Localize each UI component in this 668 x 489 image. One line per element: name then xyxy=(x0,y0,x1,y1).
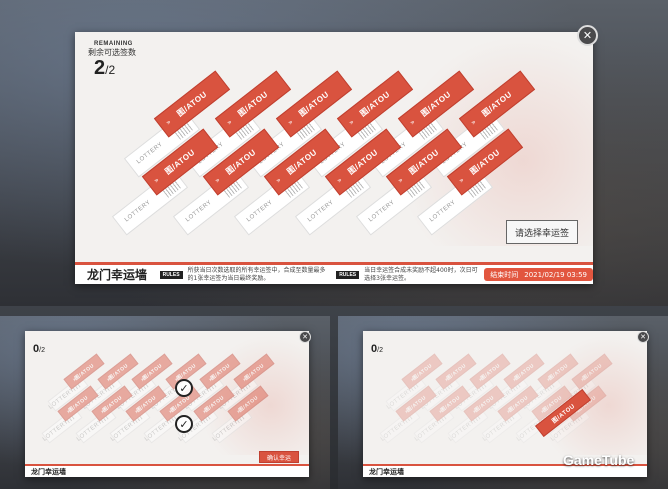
ticket-label: LOTTERY xyxy=(143,418,172,443)
ticket-label: 图/ATOU xyxy=(175,89,209,119)
ticket-label: LOTTERY xyxy=(481,418,510,443)
remaining-value: 2 xyxy=(94,57,106,79)
ticket-arrow: » xyxy=(152,175,161,185)
rules-text-2: 当日幸运签合成未奖励不超400时，次日可选择3张幸运签。 xyxy=(364,267,478,282)
lucky-wall-dialog: REMAINING 剩余可选签数 2/2 LOTTERY» 图/ATOU LOTTE… xyxy=(75,32,593,284)
wall-title: 龙门幸运墙 xyxy=(87,268,148,282)
ticket-label: LOTTERY xyxy=(306,199,336,224)
info-bar: 龙门幸运墙 RULES 所获当日次数选取的所有幸运签中，合成至数量最多的1张幸运… xyxy=(75,262,593,284)
end-time-label: 结束时间 xyxy=(490,270,519,279)
close-button[interactable]: ✕ xyxy=(577,25,598,46)
ticket-label: 图/ATOU xyxy=(479,362,502,382)
ticket-label: LOTTERY xyxy=(447,418,476,443)
ticket-label: 图/ATOU xyxy=(297,89,331,119)
ticket-arrow: » xyxy=(457,175,466,185)
confirm-button[interactable]: 确认幸运 xyxy=(259,451,299,463)
ticket-arrow: » xyxy=(164,117,173,127)
ticket-arrow: » xyxy=(274,175,283,185)
ticket-arrow: » xyxy=(286,117,295,127)
remaining-count: 0/2 xyxy=(371,343,383,355)
ticket-label: LOTTERY xyxy=(123,199,153,224)
select-lucky-button[interactable]: 请选择幸运签 xyxy=(506,220,578,244)
remaining-count: 0/2 xyxy=(33,343,45,355)
ticket-label: 图/ATOU xyxy=(141,362,164,382)
ticket-label: LOTTERY xyxy=(413,418,442,443)
ticket-arrow: » xyxy=(469,117,478,127)
check-icon: ✓ xyxy=(175,415,193,433)
secondary-screenshot-result: 0/2 LOTTERY» 图/ATOU LOTTERY» 图/ATOU LOTTERY»… xyxy=(338,316,668,489)
ticket-label: LOTTERY xyxy=(379,418,408,443)
ticket-label: 图/ATOU xyxy=(445,362,468,382)
remaining-count: 2/2 xyxy=(94,57,115,80)
close-icon: ✕ xyxy=(302,333,308,341)
close-icon: ✕ xyxy=(640,333,646,341)
rules-tag-2: RULES xyxy=(336,270,360,279)
ticket-label: LOTTERY xyxy=(184,199,214,224)
ticket-label: 图/ATOU xyxy=(107,362,130,382)
wall-title: 龙门幸运墙 xyxy=(369,467,404,476)
ticket-arrow: » xyxy=(335,175,344,185)
remaining-total: /2 xyxy=(377,347,383,354)
ticket-arrow: » xyxy=(396,175,405,185)
lucky-wall-dialog-small: 0/2 LOTTERY» 图/ATOU LOTTERY» 图/ATOU LOTTERY»… xyxy=(25,331,309,477)
end-time-pill: 结束时间 2021/02/19 03:59 xyxy=(484,268,593,281)
ticket-label: LOTTERY xyxy=(245,199,275,224)
close-button[interactable]: ✕ xyxy=(299,331,311,343)
ticket-label: 图/ATOU xyxy=(411,362,434,382)
wall-title: 龙门幸运墙 xyxy=(31,467,66,476)
ticket-arrow: » xyxy=(213,175,222,185)
ticket-label: 图/ATOU xyxy=(73,362,96,382)
remaining-total: /2 xyxy=(105,63,116,77)
close-icon: ✕ xyxy=(582,29,593,42)
ticket-label: 图/ATOU xyxy=(236,89,270,119)
end-time-value: 2021/02/19 03:59 xyxy=(524,270,588,279)
secondary-screenshot-selected: 0/2 LOTTERY» 图/ATOU LOTTERY» 图/ATOU LOTTERY»… xyxy=(0,316,330,489)
rules-tag: RULES xyxy=(159,270,183,279)
ticket-label: LOTTERY xyxy=(75,418,104,443)
ticket-arrow: » xyxy=(225,117,234,127)
watermark: GameTube xyxy=(563,452,635,468)
remaining-total: /2 xyxy=(39,347,45,354)
ticket-label: LOTTERY xyxy=(41,418,70,443)
ticket-arrow: » xyxy=(347,117,356,127)
close-button[interactable]: ✕ xyxy=(637,331,649,343)
info-bar: 龙门幸运墙 xyxy=(25,464,309,477)
ticket-arrow: » xyxy=(408,117,417,127)
check-icon: ✓ xyxy=(175,379,193,397)
ticket-label: LOTTERY xyxy=(109,418,138,443)
main-screenshot: REMAINING 剩余可选签数 2/2 LOTTERY» 图/ATOU LOTTE… xyxy=(0,0,668,306)
rules-text-1: 所获当日次数选取的所有幸运签中，合成至数量最多的1张幸运签为当日最终奖励。 xyxy=(187,267,326,282)
